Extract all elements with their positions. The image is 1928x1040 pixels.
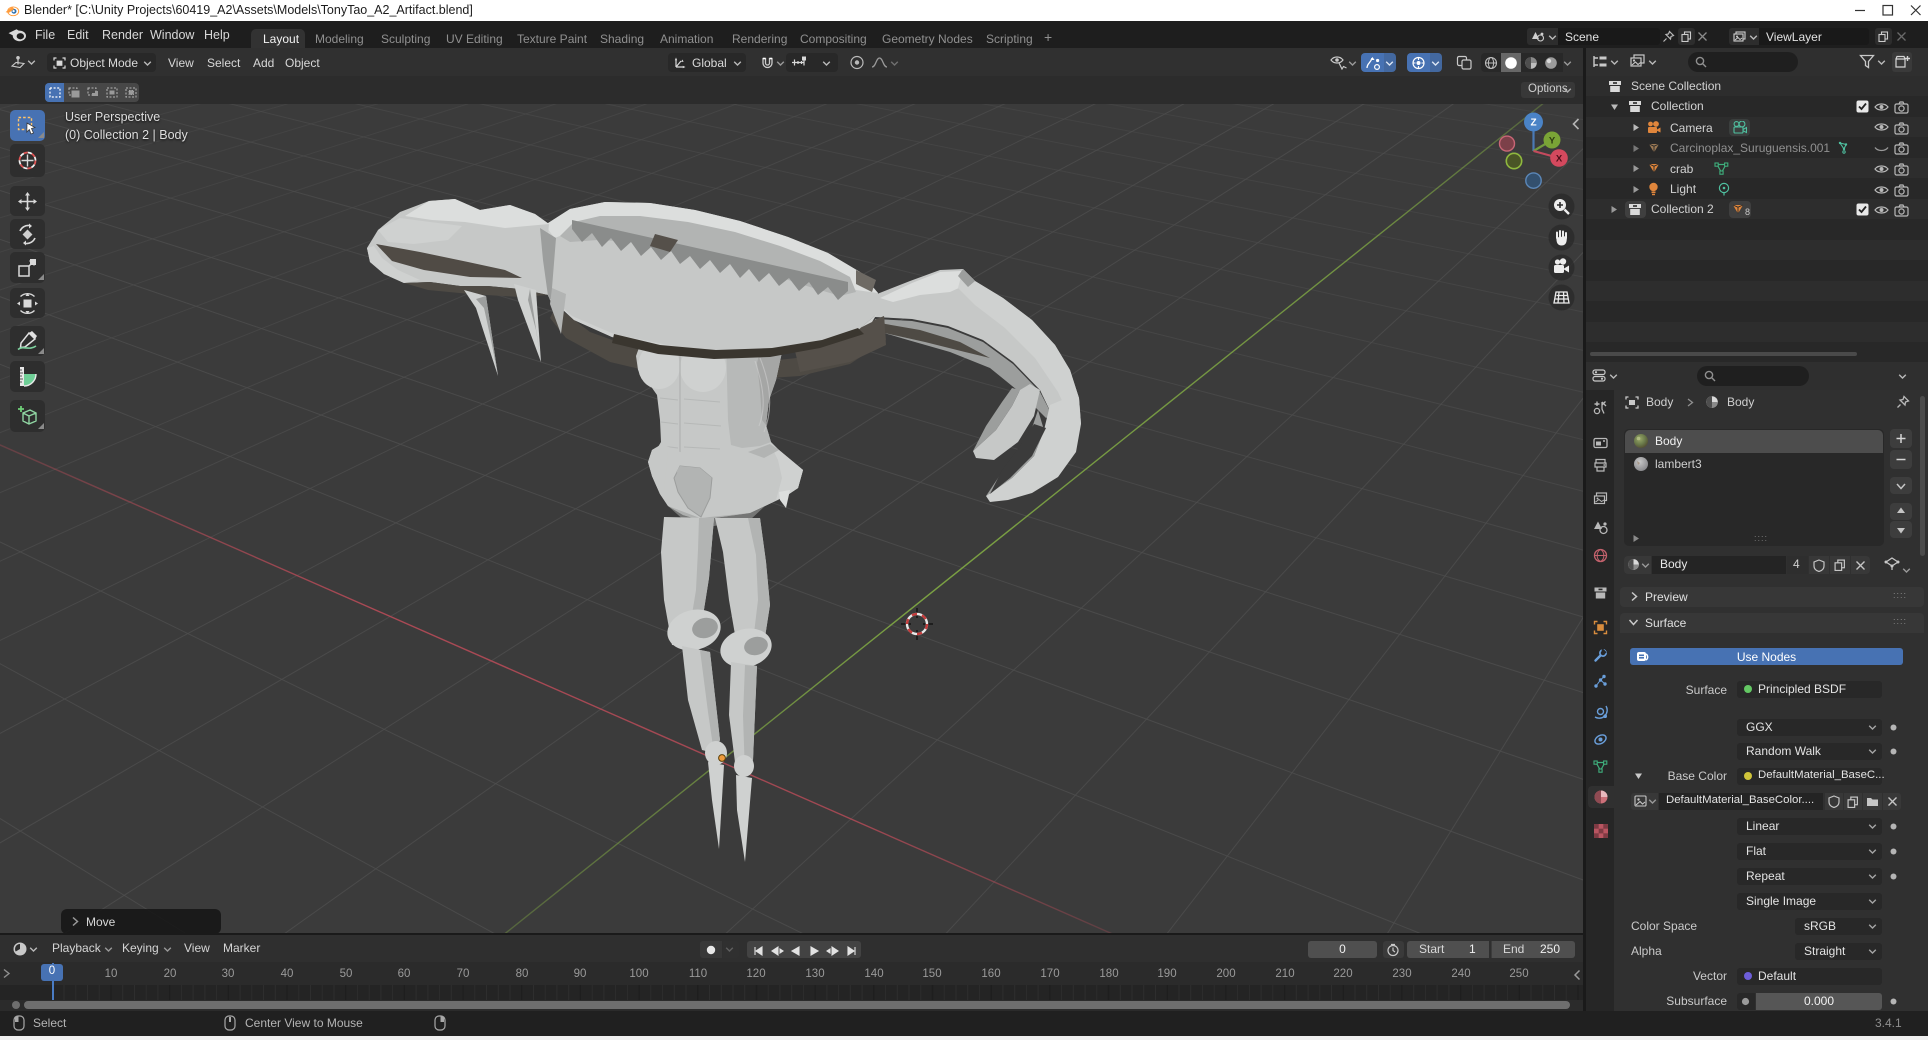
svg-text:X: X	[1556, 154, 1563, 165]
svg-text:190: 190	[1157, 968, 1176, 980]
svg-text:230: 230	[1392, 968, 1411, 980]
svg-text:70: 70	[457, 968, 470, 980]
svg-text:10: 10	[105, 968, 118, 980]
svg-text:120: 120	[746, 968, 765, 980]
svg-text:130: 130	[805, 968, 824, 980]
svg-text:220: 220	[1333, 968, 1352, 980]
svg-text:240: 240	[1451, 968, 1470, 980]
svg-text:160: 160	[981, 968, 1000, 980]
svg-text:180: 180	[1099, 968, 1118, 980]
svg-text:250: 250	[1509, 968, 1528, 980]
svg-text:140: 140	[864, 968, 883, 980]
svg-text:170: 170	[1040, 968, 1059, 980]
svg-text:100: 100	[629, 968, 648, 980]
svg-text:Y: Y	[1549, 135, 1556, 146]
svg-text:150: 150	[922, 968, 941, 980]
svg-text:50: 50	[340, 968, 353, 980]
svg-text:110: 110	[689, 968, 707, 980]
svg-text:90: 90	[574, 968, 587, 980]
svg-text:30: 30	[222, 968, 235, 980]
svg-text:80: 80	[516, 968, 529, 980]
svg-text:60: 60	[398, 968, 411, 980]
svg-text:Z: Z	[1530, 118, 1536, 129]
svg-text:20: 20	[164, 968, 177, 980]
svg-text:210: 210	[1275, 968, 1294, 980]
svg-text:40: 40	[281, 968, 294, 980]
svg-text:200: 200	[1216, 968, 1235, 980]
